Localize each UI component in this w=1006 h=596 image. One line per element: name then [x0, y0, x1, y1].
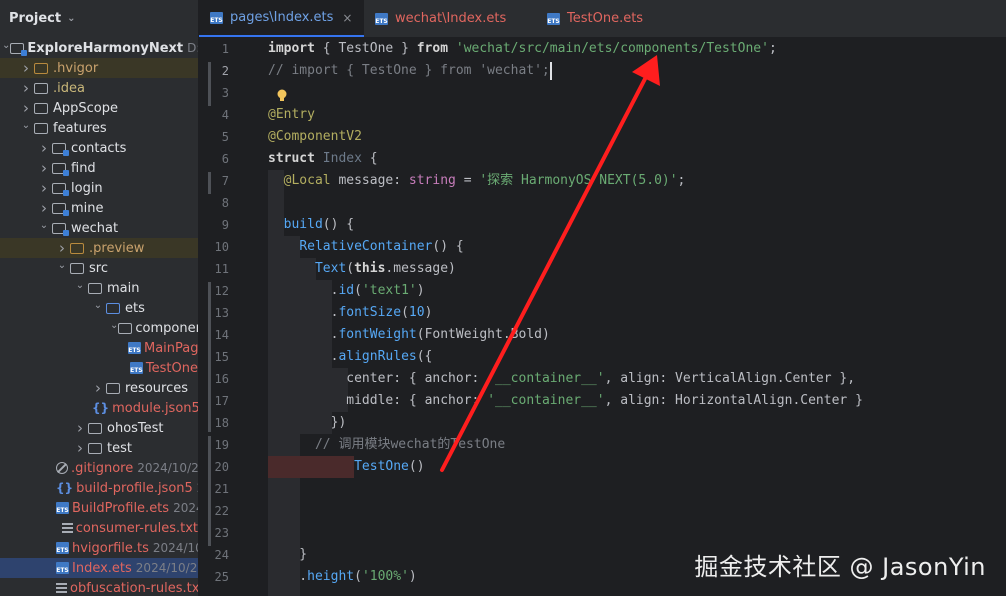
annotation-arrow	[440, 55, 660, 472]
watermark: 掘金技术社区 @ JasonYin	[694, 553, 986, 581]
